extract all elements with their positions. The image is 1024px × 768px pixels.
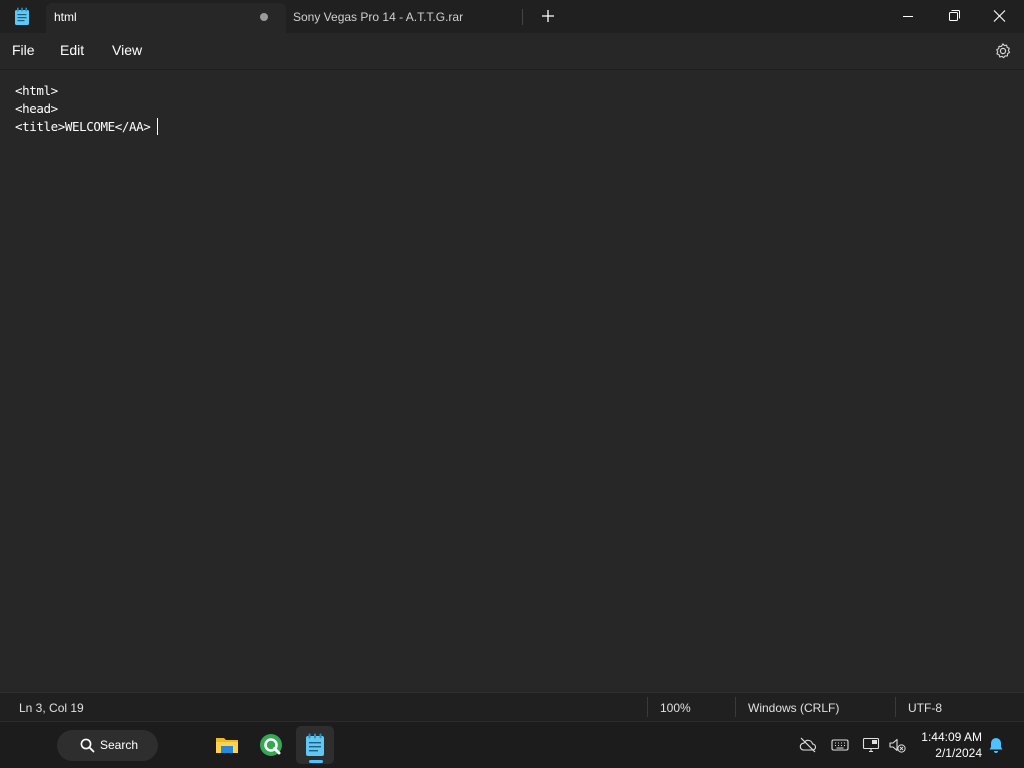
search-icon xyxy=(80,738,95,753)
qlik-icon xyxy=(260,734,282,756)
menu-file[interactable]: File xyxy=(12,42,35,58)
notepad-app-icon xyxy=(15,7,29,25)
maximize-button[interactable] xyxy=(931,0,977,33)
keyboard-icon[interactable] xyxy=(831,736,849,754)
text-caret xyxy=(157,118,158,135)
close-button[interactable] xyxy=(977,0,1023,33)
zoom-level[interactable]: 100% xyxy=(660,701,691,715)
line-ending[interactable]: Windows (CRLF) xyxy=(748,701,839,715)
editor-line-1: <html> xyxy=(15,83,58,98)
taskbar: Search 1:44:09 AM 2/1/2024 xyxy=(0,721,1024,768)
minimize-icon xyxy=(903,16,913,17)
status-bar: Ln 3, Col 19 100% Windows (CRLF) UTF-8 xyxy=(0,692,1024,721)
tab-title: Sony Vegas Pro 14 - A.T.T.G.rar xyxy=(293,10,464,24)
minimize-button[interactable] xyxy=(885,0,931,33)
menu-view[interactable]: View xyxy=(112,42,142,58)
unsaved-dot-icon[interactable] xyxy=(260,13,268,21)
volume-muted-icon[interactable] xyxy=(888,736,906,754)
file-explorer-icon xyxy=(216,738,238,753)
title-bar: html Sony Vegas Pro 14 - A.T.T.G.rar xyxy=(0,0,1024,33)
tab-divider xyxy=(522,9,523,25)
cloud-offline-icon[interactable] xyxy=(799,736,817,754)
maximize-icon xyxy=(949,10,960,21)
encoding[interactable]: UTF-8 xyxy=(908,701,942,715)
clock-time[interactable]: 1:44:09 AM xyxy=(912,730,982,744)
plus-icon[interactable] xyxy=(538,6,558,26)
tab-title: html xyxy=(54,10,77,24)
tab-sony-vegas-rar[interactable]: Sony Vegas Pro 14 - A.T.T.G.rar xyxy=(287,3,523,33)
status-divider xyxy=(647,697,648,717)
taskbar-qlik[interactable] xyxy=(252,726,290,764)
taskbar-search-button[interactable]: Search xyxy=(57,730,158,761)
menu-edit[interactable]: Edit xyxy=(60,42,84,58)
editor-line-3: <title>WELCOME</AA> xyxy=(15,119,151,134)
gear-icon[interactable] xyxy=(994,42,1012,60)
menu-bar: File Edit View xyxy=(0,33,1024,69)
status-divider xyxy=(895,697,896,717)
text-editor[interactable]: <html> <head> <title>WELCOME</AA> xyxy=(0,69,1024,692)
search-label: Search xyxy=(100,738,139,752)
taskbar-notepad[interactable] xyxy=(296,726,334,764)
editor-line-2: <head> xyxy=(15,101,58,116)
close-icon xyxy=(993,10,1006,22)
clock-date[interactable]: 2/1/2024 xyxy=(912,746,982,760)
active-app-indicator xyxy=(309,760,323,763)
tab-html[interactable]: html xyxy=(46,3,286,33)
network-icon[interactable] xyxy=(862,736,880,754)
notepad-icon xyxy=(306,733,324,756)
taskbar-file-explorer[interactable] xyxy=(208,726,246,764)
bell-icon[interactable] xyxy=(987,736,1005,754)
status-divider xyxy=(735,697,736,717)
cursor-position: Ln 3, Col 19 xyxy=(19,701,84,715)
